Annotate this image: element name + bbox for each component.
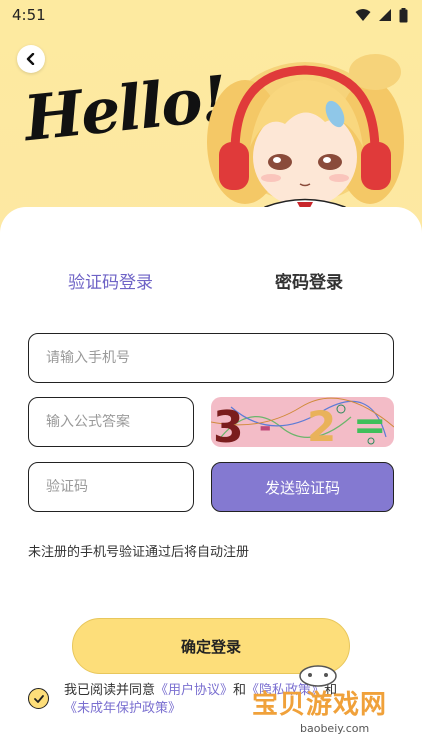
battery-icon xyxy=(399,7,408,22)
captcha-operator: - xyxy=(259,410,271,445)
agree-checkbox[interactable] xyxy=(28,688,49,709)
minor-protection-policy-link[interactable]: 《未成年保护政策》 xyxy=(64,701,181,716)
check-icon xyxy=(33,694,44,703)
captcha-first-number: 3 xyxy=(213,402,244,447)
captcha-image[interactable]: 3 - 2 = xyxy=(211,397,394,447)
watermark-url: baobeiy.com xyxy=(300,722,370,735)
agreement-prefix: 我已阅读并同意 xyxy=(64,683,156,698)
captcha-graphic: 3 - 2 = xyxy=(211,397,394,447)
phone-field[interactable] xyxy=(28,333,394,383)
send-code-button[interactable]: 发送验证码 xyxy=(211,462,394,512)
status-icons xyxy=(355,7,408,23)
auto-register-hint: 未注册的手机号验证通过后将自动注册 xyxy=(28,545,250,560)
tab-password-login[interactable]: 密码登录 xyxy=(275,268,343,293)
formula-answer-input[interactable] xyxy=(46,414,193,430)
wifi-icon xyxy=(355,9,371,21)
user-agreement-link[interactable]: 《用户协议》 xyxy=(155,683,233,698)
phone-input[interactable] xyxy=(46,350,393,366)
verification-code-field[interactable] xyxy=(28,462,194,512)
chevron-left-icon xyxy=(26,53,35,65)
status-bar: 4:51 xyxy=(0,0,422,30)
watermark-text: 宝贝游戏网 xyxy=(252,690,388,720)
agreement-and-1: 和 xyxy=(233,683,247,698)
hello-title: Hello! xyxy=(20,61,229,156)
mascot-illustration xyxy=(207,54,404,232)
captcha-equals: = xyxy=(353,403,387,447)
captcha-second-number: 2 xyxy=(307,402,336,447)
formula-answer-field[interactable] xyxy=(28,397,194,447)
status-time: 4:51 xyxy=(12,6,46,24)
tab-sms-login[interactable]: 验证码登录 xyxy=(68,268,153,293)
verification-code-input[interactable] xyxy=(46,479,193,495)
back-button[interactable] xyxy=(17,45,45,73)
signal-icon xyxy=(379,9,391,21)
